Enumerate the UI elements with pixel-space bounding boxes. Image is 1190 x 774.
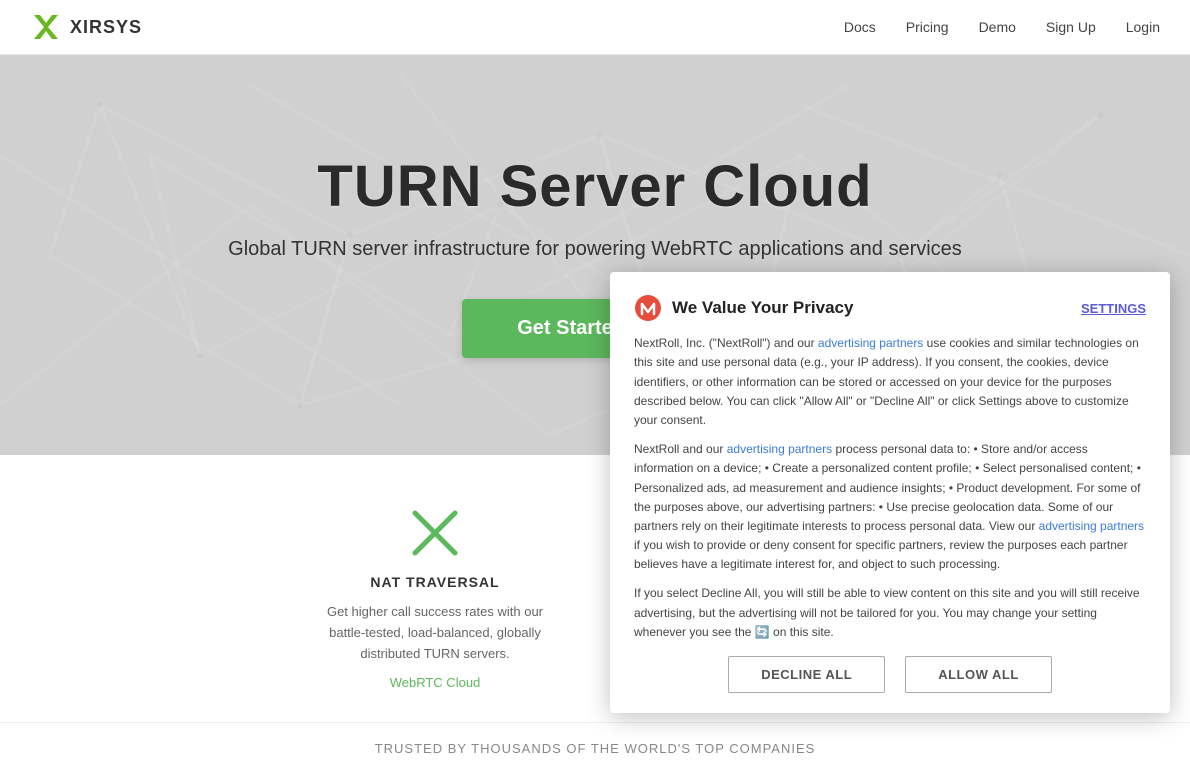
nav-login[interactable]: Login bbox=[1126, 19, 1160, 35]
modal-header: We Value Your Privacy SETTINGS bbox=[634, 294, 1146, 322]
nat-traversal-desc: Get higher call success rates with our b… bbox=[315, 602, 555, 664]
nav-docs[interactable]: Docs bbox=[844, 19, 876, 35]
navbar: XIRSYS Docs Pricing Demo Sign Up Login bbox=[0, 0, 1190, 55]
privacy-modal: We Value Your Privacy SETTINGS NextRoll,… bbox=[610, 272, 1170, 713]
modal-body-para1: NextRoll, Inc. ("NextRoll") and our adve… bbox=[634, 334, 1146, 430]
trusted-text: TRUSTED BY THOUSANDS OF THE WORLD'S TOP … bbox=[375, 741, 816, 756]
nat-traversal-title: NAT TRAVERSAL bbox=[315, 574, 555, 590]
modal-title: We Value Your Privacy bbox=[672, 298, 853, 318]
nav-pricing[interactable]: Pricing bbox=[906, 19, 949, 35]
nav-signup[interactable]: Sign Up bbox=[1046, 19, 1096, 35]
nextroll-logo-icon bbox=[634, 294, 662, 322]
modal-link-1[interactable]: advertising partners bbox=[818, 336, 923, 350]
modal-body: NextRoll, Inc. ("NextRoll") and our adve… bbox=[634, 334, 1146, 642]
trusted-bar: TRUSTED BY THOUSANDS OF THE WORLD'S TOP … bbox=[0, 722, 1190, 774]
modal-body-para3: If you select Decline All, you will stil… bbox=[634, 584, 1146, 642]
modal-settings-link[interactable]: SETTINGS bbox=[1081, 301, 1146, 316]
navbar-links: Docs Pricing Demo Sign Up Login bbox=[844, 19, 1160, 35]
logo-text: XIRSYS bbox=[70, 17, 142, 38]
allow-all-button[interactable]: ALLOW ALL bbox=[905, 656, 1052, 693]
modal-body-para2: NextRoll and our advertising partners pr… bbox=[634, 440, 1146, 574]
hero-title: TURN Server Cloud bbox=[228, 153, 962, 220]
nav-demo[interactable]: Demo bbox=[979, 19, 1016, 35]
nat-traversal-link[interactable]: WebRTC Cloud bbox=[390, 675, 481, 690]
modal-footer: DECLINE ALL ALLOW ALL bbox=[634, 656, 1146, 693]
modal-link-2[interactable]: advertising partners bbox=[727, 442, 832, 456]
modal-link-3[interactable]: advertising partners bbox=[1039, 519, 1144, 533]
hero-subtitle: Global TURN server infrastructure for po… bbox=[228, 238, 962, 261]
decline-all-button[interactable]: DECLINE ALL bbox=[728, 656, 885, 693]
modal-header-left: We Value Your Privacy bbox=[634, 294, 853, 322]
logo-icon bbox=[30, 11, 62, 43]
logo[interactable]: XIRSYS bbox=[30, 11, 142, 43]
feature-nat-traversal: NAT TRAVERSAL Get higher call success ra… bbox=[315, 505, 555, 692]
nat-traversal-icon bbox=[315, 505, 555, 560]
